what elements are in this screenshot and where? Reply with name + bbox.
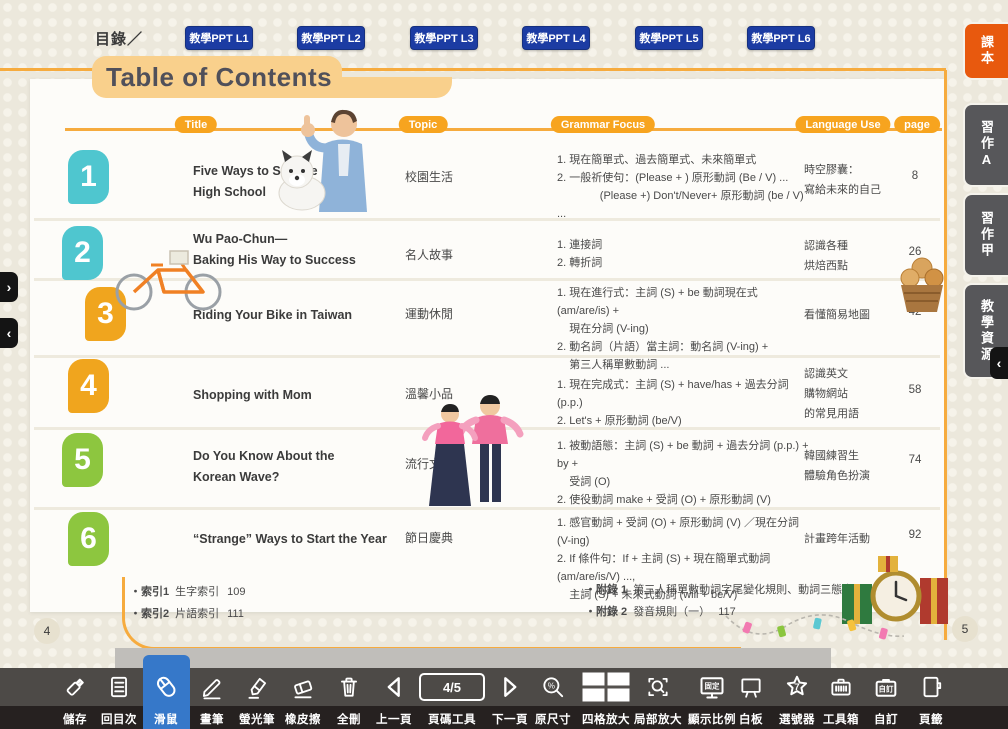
index-entry-2[interactable]: ・索引2片語索引111	[130, 605, 244, 621]
book-page-number-left: 4	[34, 618, 60, 644]
lesson-title: Shopping with Mom	[193, 385, 393, 406]
lesson-language-use: 計畫跨年活動	[804, 529, 908, 549]
svg-text:固定: 固定	[705, 681, 720, 691]
lesson-grammar: 1. 連接詞 2. 轉折詞	[557, 236, 813, 272]
lesson-number-badge: 5	[62, 433, 103, 487]
ppt-button-l6[interactable]: 教學PPT L6	[747, 26, 815, 50]
index-entry-1[interactable]: ・索引1生字索引109	[130, 583, 245, 599]
column-header-topic: Topic	[399, 116, 448, 133]
toc-banner: Table of Contents	[92, 56, 342, 98]
svg-text:自訂: 自訂	[879, 684, 894, 694]
book-page-number-right: 5	[952, 616, 978, 642]
lesson-grammar: 1. 被動語態：主詞 (S) + be 動詞 + 過去分詞 (p.p.) + b…	[557, 437, 813, 509]
illustration-string-lights	[722, 588, 908, 654]
lesson-number-badge: 2	[62, 226, 103, 280]
ppt-button-l5[interactable]: 教學PPT L5	[635, 26, 703, 50]
toc-lesson-row-1[interactable]: 1 Five Ways to Survive High School 校園生活 …	[0, 148, 1008, 218]
right-collapse-arrow[interactable]: ‹	[990, 347, 1008, 379]
toolbar-four-grid-zoom-button[interactable]: 四格放大	[576, 668, 636, 729]
illustration-bicycle	[106, 243, 230, 313]
lesson-topic: 運動休閒	[405, 305, 515, 322]
lesson-language-use: 韓國練習生 體驗角色扮演	[804, 446, 908, 486]
toolbar-local-zoom-button[interactable]: 局部放大	[628, 668, 688, 729]
column-header-page: page	[894, 116, 940, 133]
column-header-title: Title	[175, 116, 217, 133]
lesson-language-use: 看懂簡易地圖	[804, 305, 908, 325]
page-indicator: 4/5	[419, 673, 485, 701]
lesson-language-use: 認識各種 烘焙西點	[804, 236, 908, 276]
lesson-title: “Strange” Ways to Start the Year	[193, 529, 393, 550]
appendix-entry-2[interactable]: ・附錄 2發音規則（一）117	[585, 603, 736, 619]
lesson-grammar: 1. 現在完成式：主詞 (S) + have/has + 過去分詞 (p.p.)…	[557, 376, 813, 430]
zoom-area-icon	[628, 668, 688, 706]
toc-banner-title: Table of Contents	[106, 62, 332, 93]
photo-korean-couple	[420, 392, 524, 512]
lesson-page-number: 8	[897, 170, 933, 182]
column-header-language: Language Use	[795, 116, 890, 133]
photo-man-with-dog	[264, 100, 398, 212]
ppt-button-l2[interactable]: 教學PPT L2	[297, 26, 365, 50]
four-grid-icon	[576, 668, 636, 706]
lesson-title: Do You Know About the Korean Wave?	[193, 446, 393, 488]
ppt-button-l1[interactable]: 教學PPT L1	[185, 26, 253, 50]
lesson-topic: 名人故事	[405, 246, 515, 263]
side-tab-textbook[interactable]: 課本	[963, 22, 1008, 80]
lesson-number-badge: 4	[68, 359, 109, 413]
lesson-page-number: 74	[897, 454, 933, 466]
lesson-grammar: 1. 現在簡單式、過去簡單式、未來簡單式 2. 一般祈使句：(Please + …	[557, 151, 813, 223]
lesson-number-badge: 1	[68, 150, 109, 204]
lesson-number-badge: 6	[68, 512, 109, 566]
toolbar-previous-page-button[interactable]: 上一頁	[364, 668, 424, 729]
side-tab-workbook-a[interactable]: 習作A	[963, 103, 1008, 187]
column-header-grammar: Grammar Focus	[551, 116, 655, 133]
toolbar-original-size-button[interactable]: % 原尺寸	[523, 668, 583, 729]
illustration-bread-basket	[897, 252, 947, 316]
lesson-language-use: 認識英文 購物網站 的常見用語	[804, 364, 908, 424]
zoom-percent-icon: %	[523, 668, 583, 706]
ppt-button-l3[interactable]: 教學PPT L3	[410, 26, 478, 50]
previous-triangle-icon	[364, 668, 424, 706]
lesson-topic: 節日慶典	[405, 529, 515, 546]
left-collapse-arrow[interactable]: ‹	[0, 318, 18, 348]
lesson-language-use: 時空膠囊： 寫給未來的自己	[804, 160, 908, 200]
page-label: 目錄／	[95, 28, 143, 49]
page-tab-icon	[901, 668, 961, 706]
page-indicator-box: 4/5	[417, 668, 487, 706]
svg-text:7: 7	[794, 682, 799, 692]
ppt-button-l4[interactable]: 教學PPT L4	[522, 26, 590, 50]
toolbar-page-tabs-button[interactable]: 頁籤	[901, 668, 961, 729]
lesson-topic: 校園生活	[405, 168, 515, 185]
side-tab-workbook-jia[interactable]: 習作甲	[963, 193, 1008, 277]
lesson-page-number: 92	[897, 529, 933, 541]
lesson-page-number: 58	[897, 384, 933, 396]
svg-text:%: %	[548, 681, 555, 690]
left-expand-arrow[interactable]: ›	[0, 272, 18, 302]
toolbar-page-number-tool[interactable]: 4/5 頁碼工具	[417, 668, 487, 729]
